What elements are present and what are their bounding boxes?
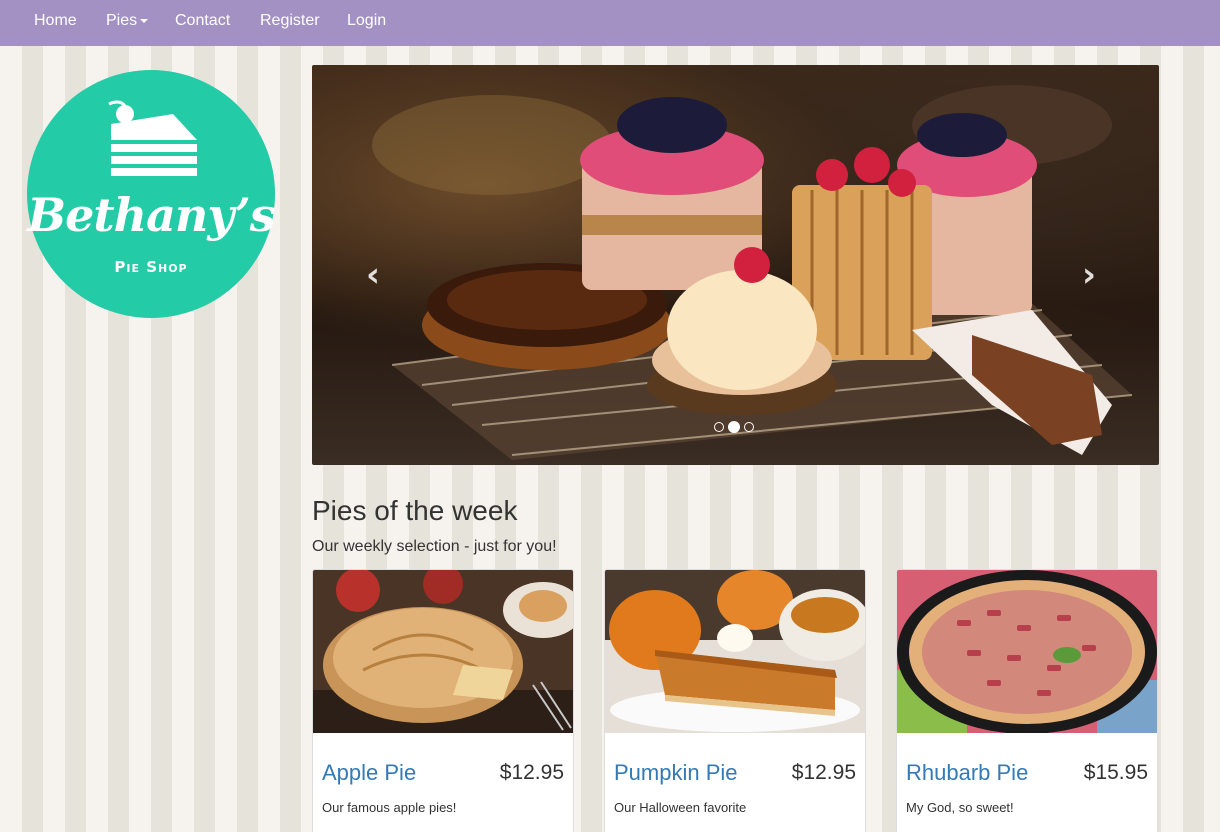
pie-description: My God, so sweet! [906, 800, 1014, 815]
pie-card: Rhubarb Pie $15.95 My God, so sweet! [896, 569, 1158, 832]
caret-down-icon [140, 18, 149, 23]
nav-login-link[interactable]: Login [347, 0, 386, 44]
carousel-slide-image [372, 85, 1133, 460]
shop-logo[interactable]: Bethany’s Pie Shop [27, 70, 276, 318]
carousel-indicators [714, 418, 758, 433]
nav-home-link[interactable]: Home [34, 0, 77, 44]
nav-pies-label: Pies [106, 12, 138, 29]
pie-price: $15.95 [1083, 761, 1148, 784]
cake-slice-icon [108, 100, 197, 176]
top-navbar: Home Pies Contact Register Login [0, 0, 1220, 46]
section-subtitle: Our weekly selection - just for you! [312, 538, 557, 555]
pie-image[interactable] [897, 570, 1157, 733]
nav-contact-link[interactable]: Contact [175, 0, 230, 44]
carousel-prev-icon[interactable]: ‹ [366, 255, 380, 295]
hero-carousel[interactable]: ‹ › [312, 65, 1159, 465]
pie-description: Our famous apple pies! [322, 800, 457, 815]
carousel-next-icon[interactable]: › [1082, 255, 1096, 295]
carousel-indicator-2[interactable] [728, 420, 740, 433]
pie-card: Pumpkin Pie $12.95 Our Halloween favorit… [604, 569, 866, 832]
pie-card: Apple Pie $12.95 Our famous apple pies! [312, 569, 574, 832]
pie-price: $12.95 [791, 761, 856, 784]
pie-name-link[interactable]: Pumpkin Pie [614, 760, 738, 786]
nav-register-link[interactable]: Register [260, 0, 320, 44]
carousel-indicator-1[interactable] [714, 421, 724, 432]
carousel-indicator-3[interactable] [744, 421, 754, 432]
logo-subtitle: Pie Shop [114, 258, 188, 276]
nav-pies-dropdown[interactable]: Pies [106, 0, 149, 44]
pie-price: $12.95 [499, 761, 564, 784]
logo-name: Bethany’s [27, 188, 275, 242]
pie-image[interactable] [313, 570, 573, 733]
section-title: Pies of the week [312, 495, 518, 526]
pie-name-link[interactable]: Apple Pie [322, 760, 416, 786]
pie-description: Our Halloween favorite [614, 800, 747, 815]
pie-name-link[interactable]: Rhubarb Pie [906, 760, 1028, 786]
pie-image[interactable] [605, 570, 865, 733]
